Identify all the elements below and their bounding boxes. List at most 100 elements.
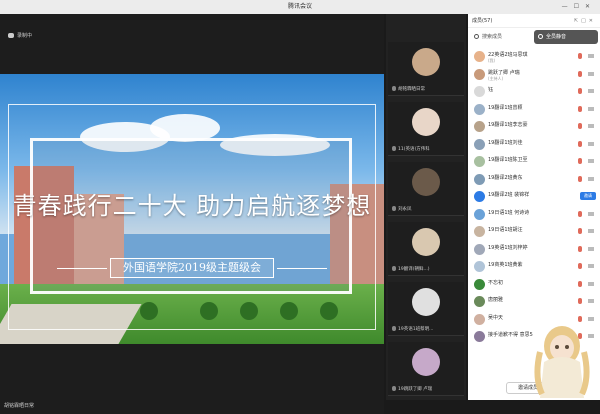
muted-mic-icon[interactable] — [578, 175, 582, 182]
mic-icon — [392, 206, 396, 211]
member-name: 钰 — [488, 87, 494, 93]
video-thumbnail[interactable]: 11(英语)方伟科 — [388, 102, 464, 156]
mic-icon — [392, 326, 396, 331]
member-row[interactable]: 19商英1班黄紫 — [468, 258, 600, 276]
window-controls[interactable]: —☐✕ — [562, 0, 596, 14]
member-name: 19商英1班黄紫 — [488, 262, 523, 268]
member-row[interactable]: 19英语1班刘梓婷 — [468, 241, 600, 259]
presenter-bar: 胡铭霖晒日常 — [0, 390, 384, 414]
member-name: 吴中天 — [488, 314, 504, 321]
member-row[interactable]: 19翻译1班陈卫至 — [468, 153, 600, 171]
presenter-name: 胡铭霖晒日常 — [4, 403, 35, 409]
muted-mic-icon[interactable] — [578, 70, 582, 77]
camera-off-icon[interactable] — [588, 316, 594, 321]
video-thumbnail-strip[interactable]: 胡铭霖晒日常 11(英语)方伟科 刘永凤 19翻译(朝鲜...) 19英语1班蔡… — [386, 14, 466, 400]
member-role: (我) — [488, 58, 496, 63]
muted-mic-icon[interactable] — [578, 140, 582, 147]
member-row[interactable]: 19翻译2班黄东 — [468, 171, 600, 189]
thumbnail-name-row: 刘永凤 — [392, 206, 412, 212]
mute-all-button[interactable]: 全员静音 — [534, 30, 598, 44]
search-placeholder: 搜索成员 — [482, 34, 503, 40]
member-avatar — [474, 261, 485, 272]
avatar — [412, 228, 440, 256]
camera-off-icon[interactable] — [588, 141, 594, 146]
avatar — [412, 348, 440, 376]
camera-off-icon[interactable] — [588, 176, 594, 181]
member-row[interactable]: 19日语1班 何诗诗 — [468, 206, 600, 224]
member-name: 19英语1班刘梓婷 — [488, 244, 528, 251]
member-row[interactable]: 19翻译1班曾颖 — [468, 101, 600, 119]
divider — [277, 268, 327, 269]
muted-mic-icon[interactable] — [578, 228, 582, 234]
camera-off-icon[interactable] — [588, 71, 594, 76]
recording-label: 录制中 — [17, 33, 33, 39]
member-row[interactable]: 跳跃了卿 卢瑞 (主持人) — [468, 66, 600, 84]
avatar — [412, 108, 440, 136]
member-row[interactable]: 唐丽雅 — [468, 293, 600, 311]
member-name: 22英语2班马思琪 — [488, 52, 528, 58]
member-row[interactable]: 22英语2班马思琪 (我) — [468, 48, 600, 66]
slide-subtitle: 外国语学院2019级主题级会 — [123, 261, 261, 274]
title-bar: 腾讯会议 —☐✕ — [0, 0, 600, 14]
muted-mic-icon[interactable] — [578, 123, 582, 129]
camera-off-icon[interactable] — [588, 211, 594, 216]
camera-off-icon[interactable] — [588, 281, 594, 286]
camera-off-icon[interactable] — [588, 54, 594, 58]
member-name: 19翻译1班陈卫至 — [488, 157, 528, 163]
thumbnail-name-row: 19跳跃了卿 卢瑞 — [392, 386, 432, 392]
muted-mic-icon[interactable] — [578, 298, 582, 304]
member-row[interactable]: 19日语1班胡汪 — [468, 223, 600, 241]
video-thumbnail[interactable]: 19翻译(朝鲜...) — [388, 222, 464, 276]
camera-off-icon[interactable] — [588, 264, 594, 268]
member-action-button[interactable]: 邀请 — [580, 192, 596, 200]
member-name: 接手道歉不得 意思5 — [488, 332, 533, 338]
camera-off-icon[interactable] — [588, 229, 594, 233]
member-row[interactable]: 19翻译1班李志豪 — [468, 118, 600, 136]
muted-mic-icon[interactable] — [578, 315, 582, 322]
thumbnail-name: 刘永凤 — [398, 207, 412, 212]
panel-window-icons[interactable]: ⇱□✕ — [574, 14, 596, 28]
member-list[interactable]: 22英语2班马思琪 (我) 跳跃了卿 卢瑞 (主持人) 钰 19翻译1班曾颖 19翻译1班李… — [468, 48, 600, 346]
mic-icon — [392, 386, 396, 391]
thumbnail-name-row: 19英语1班蔡明... — [392, 326, 433, 332]
camera-off-icon[interactable] — [588, 299, 594, 303]
member-name: 19翻译1班曾颖 — [488, 104, 523, 111]
muted-mic-icon[interactable] — [578, 280, 582, 287]
member-row[interactable]: 钰 — [468, 83, 600, 101]
mic-icon — [392, 146, 396, 151]
video-thumbnail[interactable]: 胡铭霖晒日常 — [388, 42, 464, 96]
video-thumbnail[interactable]: 刘永凤 — [388, 162, 464, 216]
muted-mic-icon[interactable] — [578, 53, 582, 59]
member-row[interactable]: 不忘初 — [468, 276, 600, 294]
members-header: 成员(57) ⇱□✕ — [468, 14, 600, 28]
thumbnail-name: 19英语1班蔡明... — [398, 327, 434, 332]
member-name: 19翻译2班 裴锦祥 — [488, 192, 530, 198]
member-avatar — [474, 51, 485, 62]
member-row[interactable]: 19翻译2班 裴锦祥 邀请 — [468, 188, 600, 206]
camera-off-icon[interactable] — [588, 106, 594, 111]
camera-off-icon[interactable] — [588, 246, 594, 251]
video-thumbnail[interactable]: 19跳跃了卿 卢瑞 — [388, 342, 464, 396]
avatar — [412, 288, 440, 316]
camera-off-icon[interactable] — [588, 159, 594, 163]
slide-headline: 青春践行二十大 助力启航逐梦想 — [12, 192, 372, 220]
recording-indicator: 录制中 — [8, 32, 32, 39]
muted-mic-icon[interactable] — [578, 263, 582, 269]
divider — [57, 268, 107, 269]
muted-mic-icon[interactable] — [578, 88, 582, 94]
member-avatar — [474, 208, 485, 220]
window-title: 腾讯会议 — [287, 3, 312, 10]
muted-mic-icon[interactable] — [578, 105, 582, 112]
muted-mic-icon[interactable] — [578, 158, 582, 164]
thumbnail-name: 胡铭霖晒日常 — [398, 87, 425, 92]
slide-subtitle-box: 外国语学院2019级主题级会 — [57, 258, 327, 278]
search-members-input[interactable]: 搜索成员 — [470, 30, 530, 44]
member-avatar — [474, 331, 485, 342]
muted-mic-icon[interactable] — [578, 245, 582, 252]
muted-mic-icon[interactable] — [578, 210, 582, 217]
video-thumbnail[interactable]: 19英语1班蔡明... — [388, 282, 464, 336]
member-row[interactable]: 19翻译1班刘佳 — [468, 136, 600, 154]
camera-off-icon[interactable] — [588, 89, 594, 93]
camera-off-icon[interactable] — [588, 124, 594, 128]
thumbnail-name: 19跳跃了卿 卢瑞 — [398, 387, 433, 392]
